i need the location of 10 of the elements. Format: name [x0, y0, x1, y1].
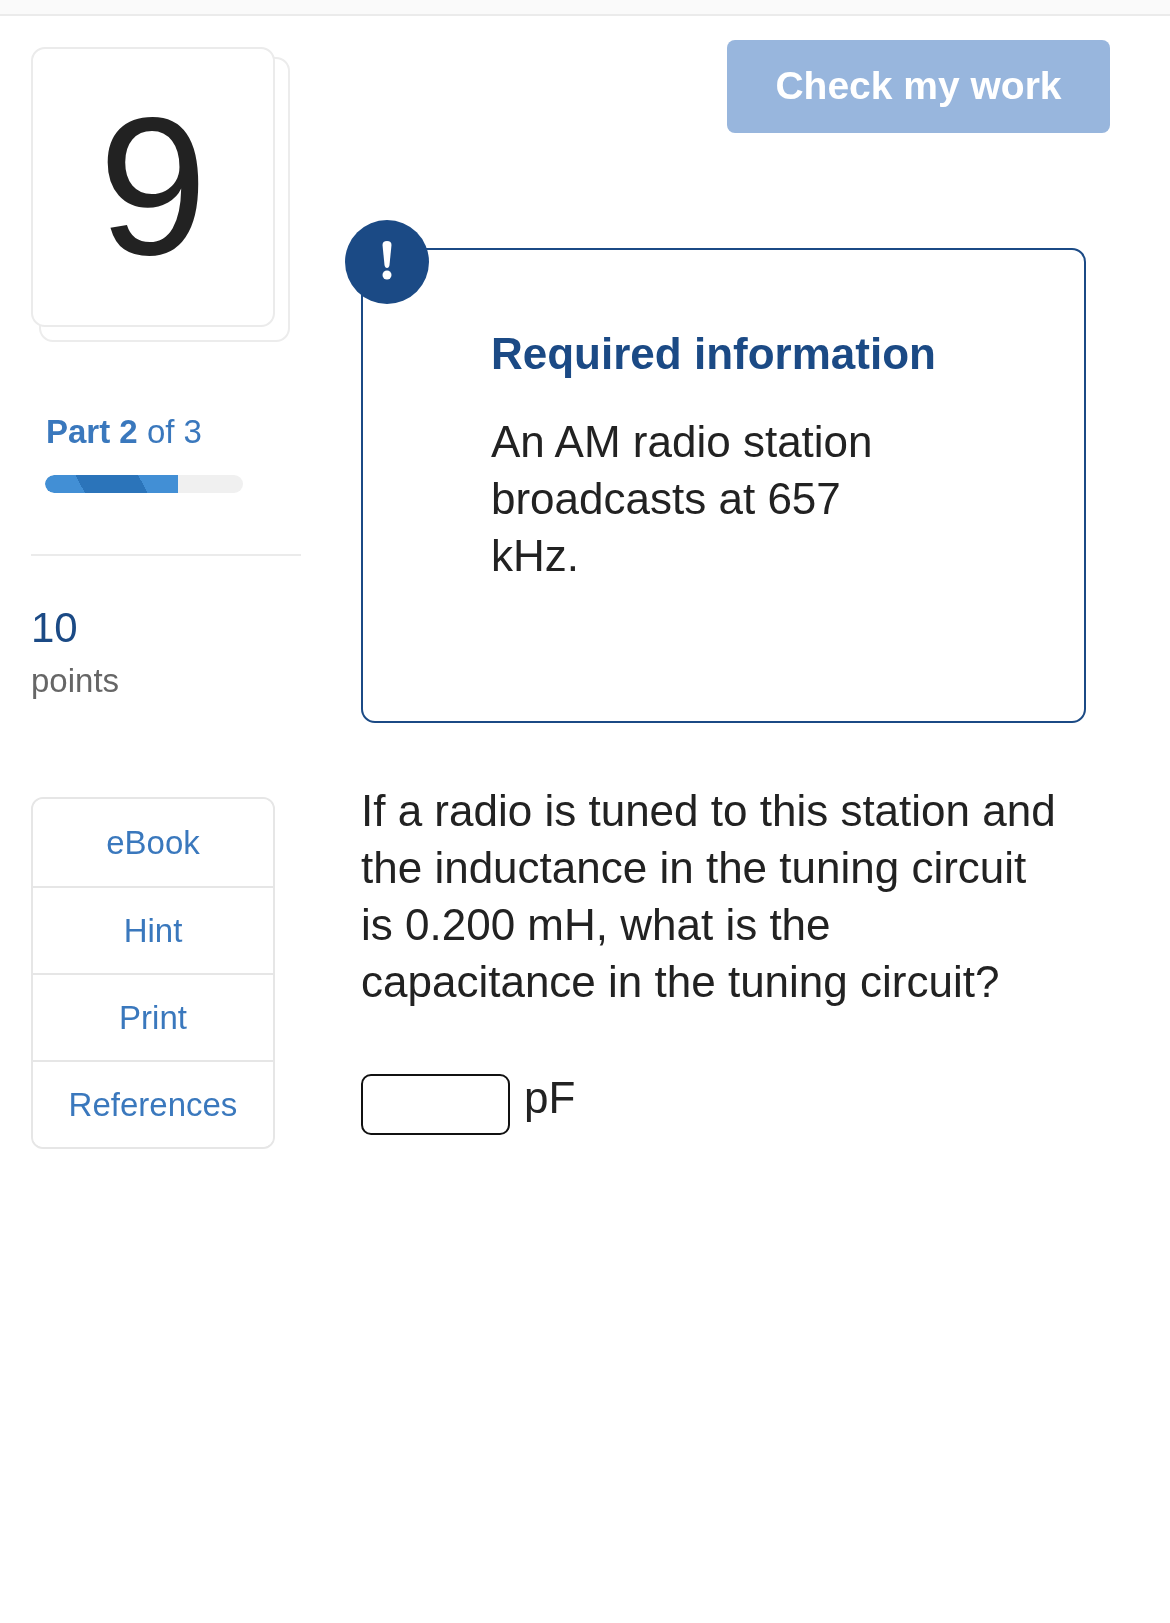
- points-value: 10: [31, 603, 79, 653]
- part-indicator: Part 2 of 3: [46, 413, 203, 451]
- required-info-title: Required information: [491, 328, 937, 380]
- points-label: points: [31, 661, 121, 701]
- answer-field[interactable]: [361, 1074, 510, 1135]
- sidebar-button[interactable]: References: [33, 1060, 273, 1147]
- unit-label: pF: [524, 1072, 576, 1124]
- question-text: If a radio is tuned to this station and the inductance in the tuning circuit is 0.200 mH, what is the capacitance in the tuning circuit?: [361, 785, 1057, 1008]
- required-info-text: An AM radio station broadcasts at 657 kHz.: [491, 416, 874, 582]
- question-number: 9: [98, 89, 208, 285]
